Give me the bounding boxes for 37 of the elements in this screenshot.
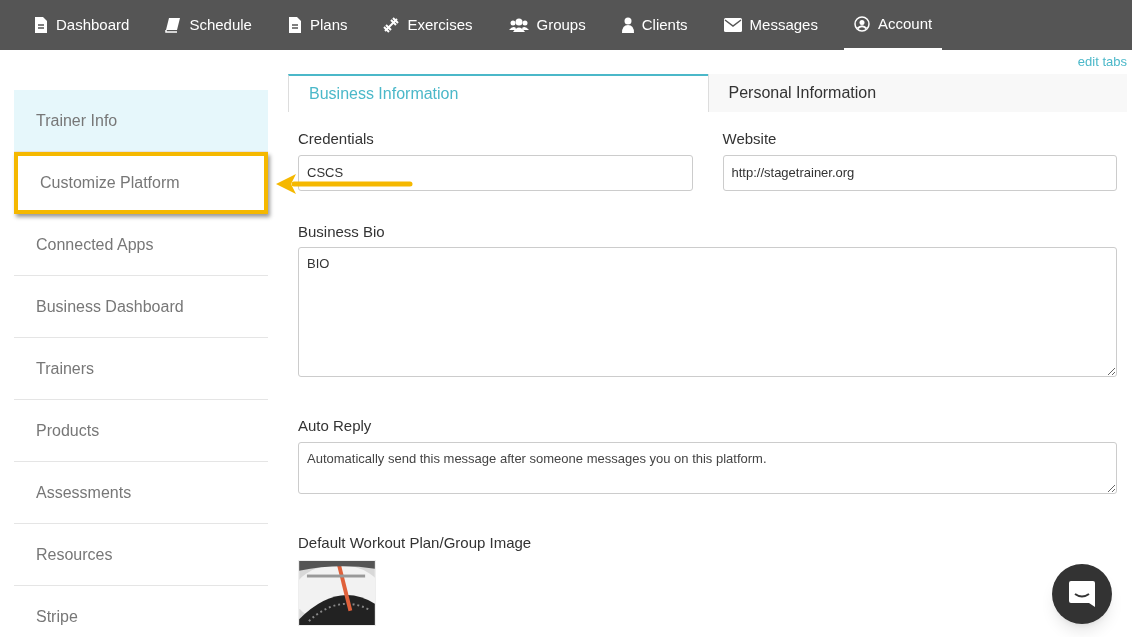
business-bio-field[interactable]: BIO <box>298 247 1117 377</box>
nav-tab[interactable]: Dashboard <box>24 0 140 50</box>
sidebar-item[interactable]: Connected Apps <box>14 214 268 276</box>
sidebar-item[interactable]: Trainers <box>14 338 268 400</box>
sidebar-item[interactable]: Customize Platform <box>14 152 268 214</box>
sidebar-item[interactable]: Assessments <box>14 462 268 524</box>
sidebar-item[interactable]: Stripe <box>14 586 268 637</box>
nav-tab[interactable]: Exercises <box>373 0 483 50</box>
nav-tab[interactable]: Groups <box>498 0 596 50</box>
person-icon <box>621 17 634 33</box>
nav-tab[interactable]: Plans <box>277 0 358 50</box>
dumbbell-icon <box>383 17 400 33</box>
nav-tab[interactable]: Clients <box>611 0 698 50</box>
chat-icon <box>1067 579 1097 609</box>
field-label: Business Bio <box>298 221 386 242</box>
tab[interactable]: Personal Information <box>707 74 1127 112</box>
envelope-icon <box>723 18 742 32</box>
field-label: Default Workout Plan/Group Image <box>298 532 533 553</box>
document-icon <box>287 17 302 33</box>
credentials-field[interactable]: CSCS <box>298 154 693 191</box>
user-circle-icon <box>853 16 870 32</box>
nav-tab[interactable]: Messages <box>713 0 828 50</box>
group-icon <box>508 17 529 33</box>
sidebar-item[interactable]: Products <box>14 400 268 462</box>
website-field[interactable]: http://stagetrainer.org <box>722 154 1117 191</box>
field-label: Website <box>722 129 778 149</box>
sidebar-item[interactable]: Trainer Info <box>14 90 268 152</box>
sidebar-item[interactable]: Business Dashboard <box>14 276 268 338</box>
auto-reply-field[interactable]: Automatically send this message after someone messages you on this platform. <box>298 441 1117 494</box>
nav-tab[interactable]: Account <box>843 0 943 50</box>
nav-tab[interactable]: Schedule <box>155 0 262 50</box>
field-label: Credentials <box>298 129 375 149</box>
chat-button[interactable] <box>1052 564 1112 624</box>
book-icon <box>165 17 182 33</box>
document-icon <box>34 17 48 33</box>
sidebar-item[interactable]: Resources <box>14 524 268 586</box>
field-label: Auto Reply <box>298 416 373 436</box>
